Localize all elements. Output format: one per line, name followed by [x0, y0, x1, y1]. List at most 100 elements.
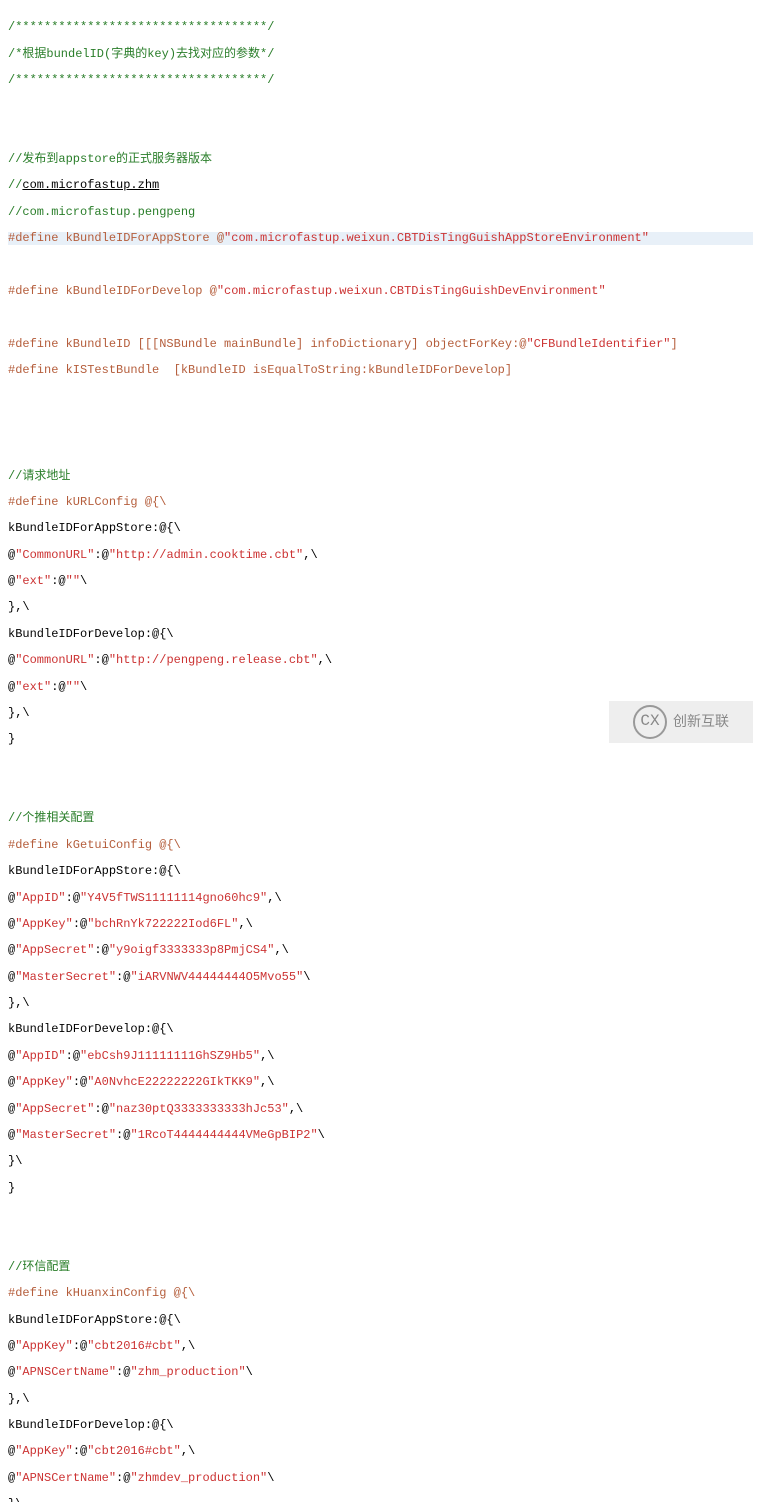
comment: //发布到appstore的正式服务器版本	[8, 152, 212, 166]
comment: //com.microfastup.pengpeng	[8, 205, 195, 219]
key: "MasterSecret"	[15, 1128, 116, 1142]
value: "Y4V5fTWS11111114gno60hc9"	[80, 891, 267, 905]
key: "AppKey"	[15, 1075, 73, 1089]
key: "APNSCertName"	[15, 1365, 116, 1379]
colon: :@	[73, 1075, 87, 1089]
key: "AppID"	[15, 891, 65, 905]
bslash: \	[318, 1128, 325, 1142]
bundle-link[interactable]: com.microfastup.zhm	[22, 178, 159, 192]
key: "ext"	[15, 680, 51, 694]
comment: /***********************************/	[8, 73, 274, 87]
key: "AppKey"	[15, 917, 73, 931]
colon: :@	[73, 1444, 87, 1458]
define: #define kHuanxinConfig @{\	[8, 1286, 195, 1300]
colon: :@	[94, 1102, 108, 1116]
comma: ,\	[181, 1444, 195, 1458]
value: "zhm_production"	[130, 1365, 245, 1379]
brace: }\	[8, 1497, 22, 1502]
key: "AppID"	[15, 1049, 65, 1063]
colon: :@	[116, 970, 130, 984]
define: #define kISTestBundle [kBundleID isEqual…	[8, 363, 512, 377]
value: "http://pengpeng.release.cbt"	[109, 653, 318, 667]
define: #define kBundleIDForAppStore @	[8, 231, 224, 245]
value: "http://admin.cooktime.cbt"	[109, 548, 303, 562]
colon: :@	[116, 1365, 130, 1379]
comma: ,\	[289, 1102, 303, 1116]
comma: ,\	[303, 548, 317, 562]
bslash: \	[80, 574, 87, 588]
at: @	[8, 970, 15, 984]
colon: :@	[51, 680, 65, 694]
key: "MasterSecret"	[15, 970, 116, 984]
colon: :@	[94, 943, 108, 957]
comment: /*根据bundelID(字典的key)去找对应的参数*/	[8, 47, 274, 61]
at: @	[8, 1365, 15, 1379]
colon: :@	[66, 1049, 80, 1063]
key: "APNSCertName"	[15, 1471, 116, 1485]
brace: },\	[8, 706, 30, 720]
comma: ,\	[260, 1049, 274, 1063]
at: @	[8, 1444, 15, 1458]
key: "ext"	[15, 574, 51, 588]
bslash: \	[303, 970, 310, 984]
value: "zhmdev_production"	[130, 1471, 267, 1485]
comment: /***********************************/	[8, 20, 274, 34]
string: "com.microfastup.weixun.CBTDisTingGuishD…	[217, 284, 606, 298]
colon: :@	[73, 917, 87, 931]
brace: }\	[8, 1154, 22, 1168]
logo-text: 创新互联	[673, 714, 729, 729]
at: @	[8, 891, 15, 905]
at: @	[8, 1128, 15, 1142]
define: #define kBundleID [[[NSBundle mainBundle…	[8, 337, 526, 351]
bslash: \	[267, 1471, 274, 1485]
colon: :@	[51, 574, 65, 588]
at: @	[8, 917, 15, 931]
value: "1RcoT4444444444VMeGpBIP2"	[130, 1128, 317, 1142]
colon: :@	[66, 891, 80, 905]
value: "cbt2016#cbt"	[87, 1444, 181, 1458]
bslash: \	[80, 680, 87, 694]
comment: //	[8, 178, 22, 192]
text: kBundleIDForAppStore:@{\	[8, 864, 181, 878]
colon: :@	[94, 653, 108, 667]
value: "y9oigf3333333p8PmjCS4"	[109, 943, 275, 957]
text: kBundleIDForAppStore:@{\	[8, 521, 181, 535]
text: kBundleIDForDevelop:@{\	[8, 627, 174, 641]
string: "com.microfastup.weixun.CBTDisTingGuishA…	[224, 231, 649, 245]
comment: //请求地址	[8, 469, 70, 483]
value: "bchRnYk722222Iod6FL"	[87, 917, 238, 931]
colon: :@	[116, 1128, 130, 1142]
comma: ,\	[318, 653, 332, 667]
watermark-logo: CX 创新互联	[609, 701, 753, 743]
text: kBundleIDForAppStore:@{\	[8, 1313, 181, 1327]
colon: :@	[116, 1471, 130, 1485]
comma: ,\	[267, 891, 281, 905]
bslash: \	[246, 1365, 253, 1379]
at: @	[8, 1102, 15, 1116]
colon: :@	[94, 548, 108, 562]
text: kBundleIDForDevelop:@{\	[8, 1022, 174, 1036]
define: #define kBundleIDForDevelop @	[8, 284, 217, 298]
key: "AppSecret"	[15, 1102, 94, 1116]
brace: },\	[8, 600, 30, 614]
value: ""	[66, 680, 80, 694]
at: @	[8, 1049, 15, 1063]
value: "naz30ptQ3333333333hJc53"	[109, 1102, 289, 1116]
define: #define kURLConfig @{\	[8, 495, 166, 509]
comment: //个推相关配置	[8, 811, 94, 825]
text: ]	[671, 337, 678, 351]
at: @	[8, 1339, 15, 1353]
comma: ,\	[238, 917, 252, 931]
value: ""	[66, 574, 80, 588]
text: kBundleIDForDevelop:@{\	[8, 1418, 174, 1432]
key: "AppKey"	[15, 1444, 73, 1458]
key: "CommonURL"	[15, 548, 94, 562]
define: #define kGetuiConfig @{\	[8, 838, 181, 852]
brace: },\	[8, 1392, 30, 1406]
key: "AppSecret"	[15, 943, 94, 957]
comma: ,\	[260, 1075, 274, 1089]
value: "iARVNWV44444444O5Mvo55"	[130, 970, 303, 984]
at: @	[8, 1471, 15, 1485]
comment: //环信配置	[8, 1260, 70, 1274]
value: "A0NvhcE22222222GIkTKK9"	[87, 1075, 260, 1089]
